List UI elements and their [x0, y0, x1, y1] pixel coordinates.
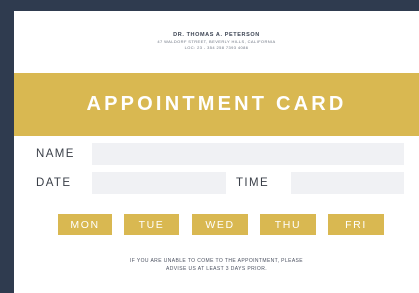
card-title: APPOINTMENT CARD [86, 93, 347, 115]
date-label: DATE [36, 177, 72, 189]
footer-line-2: ADVISE US AT LEAST 3 DAYS PRIOR. [165, 266, 268, 272]
appointment-card: DR. THOMAS A. PETERSON 47 WALDORF STREET… [14, 11, 419, 293]
date-field[interactable] [92, 172, 226, 194]
day-fri-button[interactable]: FRI [328, 214, 384, 235]
footer-note: IF YOU ARE UNABLE TO COME TO THE APPOINT… [14, 257, 419, 273]
title-band: APPOINTMENT CARD [14, 73, 419, 136]
name-label: NAME [36, 148, 75, 160]
weekday-selector: MON TUE WED THU FRI [14, 214, 419, 236]
day-wed-button[interactable]: WED [192, 214, 248, 235]
name-field[interactable] [92, 143, 404, 165]
doctor-contact: LOC: 23 - 354 258 7393 4086 [184, 45, 249, 50]
day-mon-button[interactable]: MON [58, 214, 112, 235]
doctor-header: DR. THOMAS A. PETERSON 47 WALDORF STREET… [14, 32, 419, 51]
day-thu-button[interactable]: THU [260, 214, 316, 235]
day-tue-button[interactable]: TUE [124, 214, 179, 235]
time-label: TIME [236, 177, 270, 189]
doctor-name: DR. THOMAS A. PETERSON [173, 32, 260, 38]
footer-line-1: IF YOU ARE UNABLE TO COME TO THE APPOINT… [129, 258, 304, 264]
time-field[interactable] [291, 172, 404, 194]
